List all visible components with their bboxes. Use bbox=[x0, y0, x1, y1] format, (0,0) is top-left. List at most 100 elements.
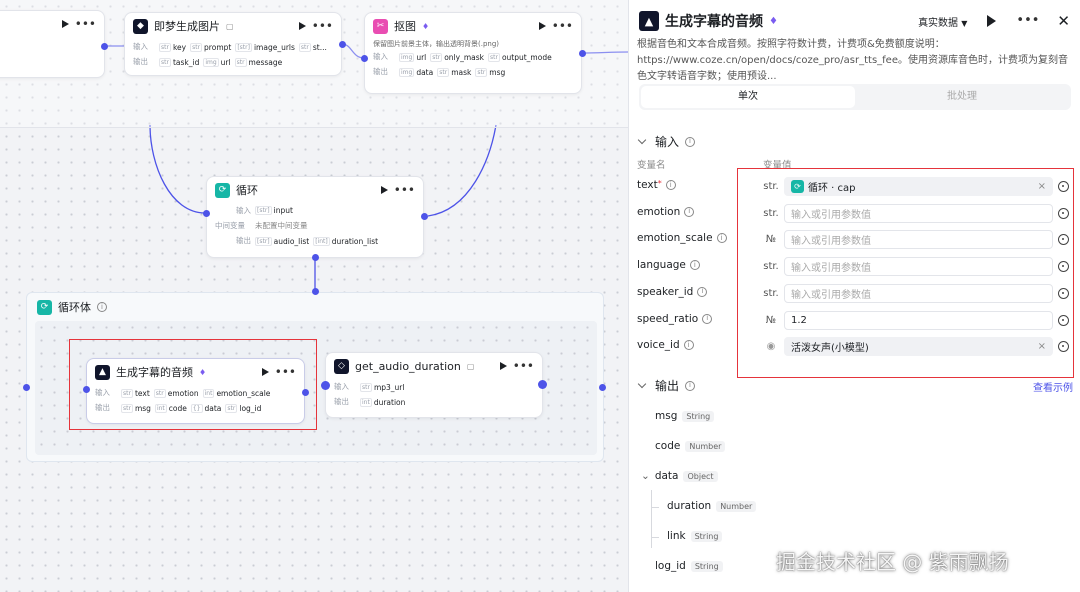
param-chip: img url bbox=[399, 52, 427, 62]
param-chip: int duration bbox=[360, 397, 406, 407]
run-icon[interactable] bbox=[380, 186, 388, 194]
param-chip: img data bbox=[399, 67, 434, 77]
code-icon: ◇ bbox=[334, 358, 349, 374]
port[interactable] bbox=[339, 41, 346, 48]
port[interactable] bbox=[579, 50, 586, 57]
tree-line bbox=[651, 490, 652, 548]
node-title: 循环 bbox=[236, 184, 258, 197]
param-name-speed_ratio: speed_ratio i bbox=[637, 313, 713, 325]
info-icon[interactable]: i bbox=[97, 302, 107, 312]
workflow-canvas[interactable]: ••• ◆ 即梦生成图片 ▢ ••• 输入 str key str prompt [st… bbox=[0, 0, 628, 592]
output-link: link String bbox=[667, 530, 723, 542]
param-chip: str msg bbox=[475, 67, 506, 77]
more-icon[interactable]: ••• bbox=[394, 184, 415, 196]
run-mode-tabs: 单次 批处理 bbox=[639, 84, 1071, 110]
run-icon[interactable] bbox=[499, 362, 507, 370]
highlight-box-node bbox=[69, 339, 317, 430]
param-chip: str only_mask bbox=[430, 52, 484, 62]
output-data: ⌄ data Object bbox=[641, 470, 718, 482]
more-icon[interactable]: ••• bbox=[312, 20, 333, 32]
loop-icon: ⟳ bbox=[215, 182, 230, 198]
input-section-header[interactable]: 输入 i bbox=[637, 133, 696, 150]
info-icon[interactable]: i bbox=[716, 233, 727, 244]
node-outputs: 输出 img data str mask str msg bbox=[373, 67, 506, 77]
port[interactable] bbox=[312, 254, 319, 261]
port[interactable] bbox=[302, 389, 309, 396]
more-icon[interactable]: ••• bbox=[513, 360, 534, 372]
tree-line bbox=[651, 507, 659, 508]
run-icon[interactable] bbox=[61, 20, 69, 28]
node-inputs: 输入 str mp3_url bbox=[334, 382, 405, 392]
premium-icon: ♦ bbox=[769, 15, 778, 27]
loop-body-icon: ⟳ bbox=[37, 299, 52, 315]
param-chip: str key bbox=[159, 42, 187, 52]
param-chip: str task_id bbox=[159, 57, 200, 67]
param-name-emotion: emotion i bbox=[637, 206, 695, 218]
info-icon[interactable]: i bbox=[683, 340, 694, 351]
view-example-link[interactable]: 查看示例 bbox=[1033, 379, 1073, 394]
param-name-language: language i bbox=[637, 259, 700, 271]
run-icon[interactable] bbox=[298, 22, 306, 30]
chevron-down-icon: ▼ bbox=[961, 18, 968, 28]
node-outputs: 输出 str task_id img url str message bbox=[133, 57, 283, 67]
panel-title: 生成字幕的音频 bbox=[665, 14, 763, 30]
info-icon[interactable]: i bbox=[689, 260, 700, 271]
chevron-down-icon[interactable]: ⌄ bbox=[641, 470, 650, 482]
info-icon[interactable]: i bbox=[685, 136, 696, 147]
info-icon[interactable]: i bbox=[684, 206, 695, 217]
more-icon[interactable]: ••• bbox=[1016, 14, 1039, 27]
node-get-audio-duration[interactable]: ◇ get_audio_duration ▢ ••• 输入 str mp3_url… bbox=[325, 352, 543, 418]
port[interactable] bbox=[321, 381, 330, 390]
node-loop[interactable]: ⟳ 循环 ••• 输入 [str] input 中间变量 未配置中间变量 输出 [… bbox=[206, 176, 424, 258]
param-name-voice_id: voice_id i bbox=[637, 339, 694, 351]
param-chip: [str] audio_list bbox=[255, 236, 310, 246]
info-icon[interactable]: i bbox=[702, 313, 713, 324]
node-koutu[interactable]: ✂ 抠图 ♦ ••• 保留图片前景主体，输出透明背景(.png) 输入 img u… bbox=[364, 12, 582, 94]
run-icon[interactable] bbox=[987, 15, 997, 27]
node-title: 即梦生成图片 bbox=[154, 20, 220, 33]
node-title: get_audio_duration bbox=[355, 359, 461, 373]
run-icon[interactable] bbox=[538, 22, 546, 30]
port[interactable] bbox=[101, 43, 108, 50]
node-mid-vars: 中间变量 未配置中间变量 bbox=[215, 221, 308, 230]
port[interactable] bbox=[83, 386, 90, 393]
plugin-icon: ▢ bbox=[226, 21, 234, 31]
output-section-header[interactable]: 输出 i bbox=[637, 377, 696, 394]
tab-single[interactable]: 单次 bbox=[641, 86, 855, 108]
output-log_id: log_id String bbox=[655, 560, 723, 572]
param-chip: str output_mode bbox=[487, 52, 552, 62]
info-icon[interactable]: i bbox=[665, 180, 676, 190]
watermark: 掘金技术社区 @ 紫雨飘扬 bbox=[776, 550, 1009, 574]
node-jimeng-image[interactable]: ◆ 即梦生成图片 ▢ ••• 输入 str key str prompt [str] im… bbox=[124, 12, 342, 76]
port[interactable] bbox=[421, 213, 428, 220]
more-icon[interactable]: ••• bbox=[75, 18, 96, 30]
param-name-emotion_scale: emotion_scale i bbox=[637, 232, 727, 244]
port[interactable] bbox=[599, 384, 606, 391]
panel-description: 根据音色和文本合成音频。按照字符数计费，计费项&免费额度说明：https://w… bbox=[637, 39, 1068, 82]
port[interactable] bbox=[203, 210, 210, 217]
plugin-icon: ▢ bbox=[466, 361, 475, 371]
port[interactable] bbox=[312, 288, 319, 295]
info-icon[interactable]: i bbox=[685, 380, 696, 391]
node-title: 抠图 bbox=[394, 20, 416, 33]
chevron-down-icon bbox=[637, 379, 647, 389]
more-icon[interactable]: ••• bbox=[552, 20, 573, 32]
param-chip: str st... bbox=[298, 42, 327, 52]
node-outputs: 输出 int duration bbox=[334, 397, 406, 407]
param-name-text: text * i bbox=[637, 179, 676, 191]
tab-batch[interactable]: 批处理 bbox=[855, 86, 1069, 108]
node-inputs: 输入 img url str only_mask str output_mode bbox=[373, 52, 552, 62]
port[interactable] bbox=[538, 380, 547, 389]
koutu-icon: ✂ bbox=[373, 18, 388, 34]
port[interactable] bbox=[361, 55, 368, 62]
param-chip: [int] duration_list bbox=[313, 236, 379, 246]
param-chip: str prompt bbox=[190, 42, 232, 52]
port[interactable] bbox=[23, 384, 30, 391]
mode-select[interactable]: 真实数据 ▼ bbox=[918, 14, 967, 29]
node-previous[interactable]: ••• bbox=[0, 10, 105, 78]
node-inputs: 输入 str key str prompt [str] image_urls str st..… bbox=[133, 42, 327, 52]
info-icon[interactable]: i bbox=[697, 286, 708, 297]
close-icon[interactable]: ✕ bbox=[1057, 12, 1070, 30]
param-chip: [str] image_urls bbox=[235, 42, 295, 52]
panel-header: ▲ 生成字幕的音频 ♦ 真实数据 ▼ ••• ✕ bbox=[639, 8, 1070, 34]
